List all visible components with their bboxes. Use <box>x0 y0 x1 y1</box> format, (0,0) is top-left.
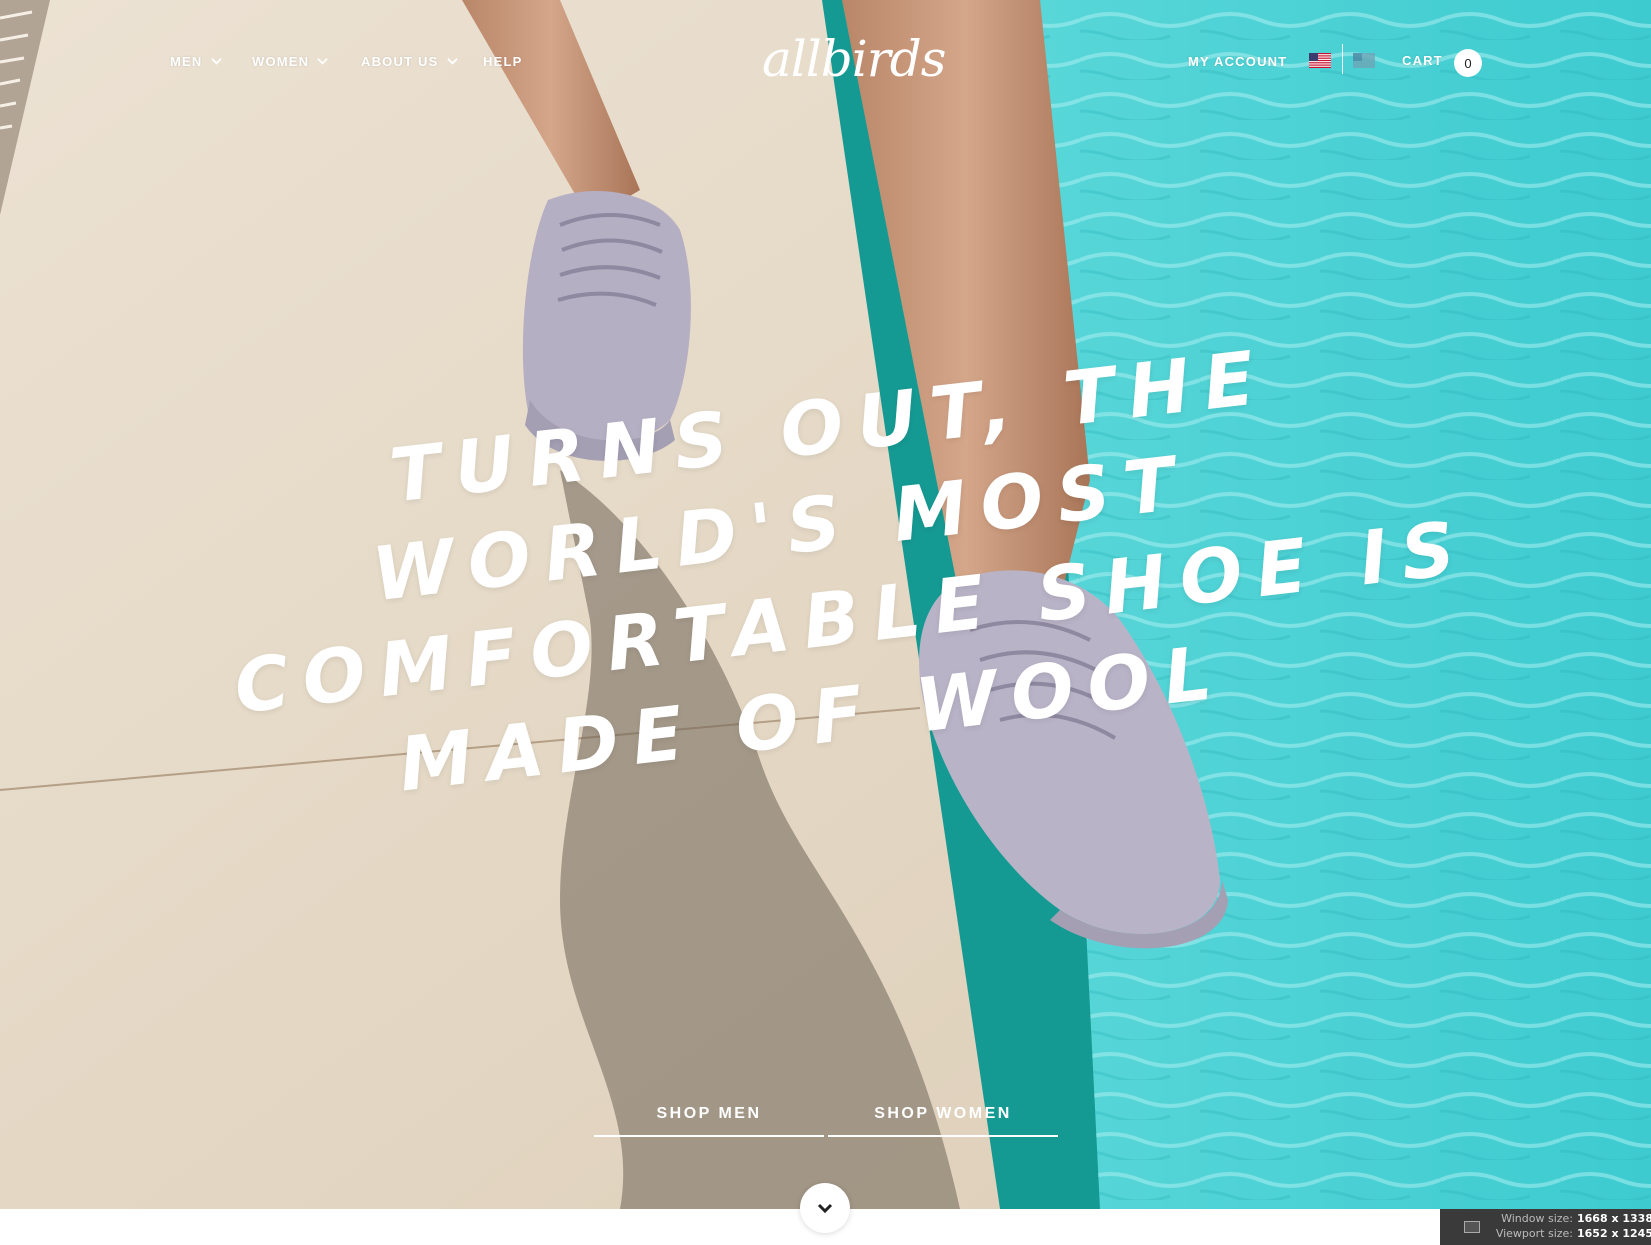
top-nav: MEN WOMEN ABOUT US HELP allbirds MY ACCO… <box>0 0 1651 130</box>
window-icon <box>1464 1221 1480 1233</box>
my-account-label: MY ACCOUNT <box>1188 54 1288 69</box>
hero-section: MEN WOMEN ABOUT US HELP allbirds MY ACCO… <box>0 0 1651 1209</box>
window-size-label: Window size: <box>1501 1212 1573 1225</box>
chevron-down-icon <box>210 58 222 65</box>
shop-women-button[interactable]: SHOP WOMEN <box>828 1105 1058 1137</box>
viewport-size-value: 1652 x 1245 <box>1577 1227 1651 1240</box>
window-size-overlay: Window size: 1668 x 1338 Viewport size: 16… <box>1440 1209 1651 1245</box>
nav-about-label: ABOUT US <box>361 54 439 69</box>
cart-link[interactable]: CART <box>1402 53 1443 68</box>
nav-help[interactable]: HELP <box>483 54 522 69</box>
flag-divider <box>1342 44 1343 74</box>
chevron-down-icon <box>317 58 329 65</box>
shop-men-button[interactable]: SHOP MEN <box>594 1105 824 1137</box>
allbirds-logo[interactable]: allbirds <box>762 28 946 98</box>
chevron-down-icon <box>817 1203 833 1214</box>
cart-label: CART <box>1402 53 1443 68</box>
scroll-down-button[interactable] <box>800 1183 850 1233</box>
us-flag-icon[interactable] <box>1309 53 1331 68</box>
cart-count-badge[interactable]: 0 <box>1454 49 1482 77</box>
logo-text: allbirds <box>762 30 946 88</box>
my-account-link[interactable]: MY ACCOUNT <box>1188 54 1287 69</box>
nav-help-label: HELP <box>483 54 523 69</box>
window-size-value: 1668 x 1338 <box>1577 1212 1651 1225</box>
chevron-down-icon <box>446 58 458 65</box>
nav-about-us[interactable]: ABOUT US <box>361 54 458 69</box>
nav-men[interactable]: MEN <box>170 54 222 69</box>
secondary-flag-icon[interactable] <box>1353 53 1375 68</box>
viewport-size-label: Viewport size: <box>1495 1227 1573 1240</box>
nav-women[interactable]: WOMEN <box>252 54 329 69</box>
nav-men-label: MEN <box>170 54 203 69</box>
nav-women-label: WOMEN <box>252 54 310 69</box>
